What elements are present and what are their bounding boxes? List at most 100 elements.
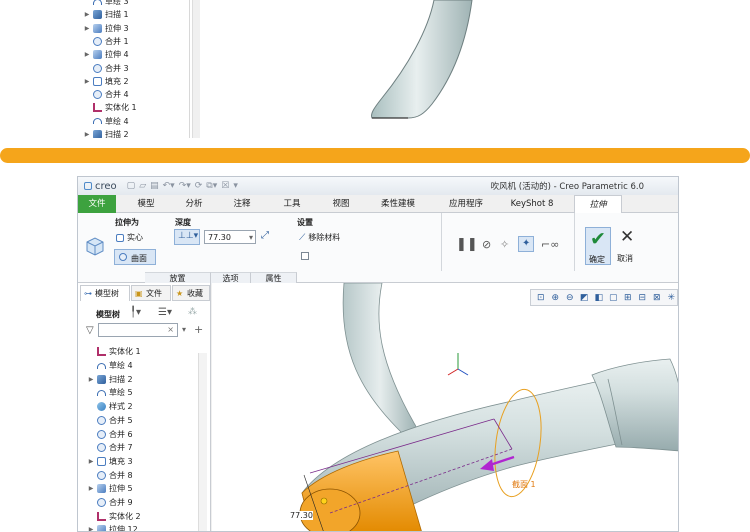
clear-search-icon[interactable]: × [167,325,174,334]
tab-view[interactable]: 视图 [321,195,361,213]
expand-icon[interactable]: ▶ [88,376,94,383]
no-preview-icon[interactable]: ⊘ [482,238,491,251]
tree-item[interactable]: 样式 2 [88,400,133,414]
top-tree-item[interactable]: ▶ 拉伸 4 [84,48,129,61]
tree-item[interactable]: 合并 6 [88,427,133,441]
cancel-button[interactable]: ✕ 取消 [615,227,639,265]
pause-icon[interactable]: ❚❚ [456,237,478,252]
surface-option[interactable]: 曲面 [114,249,156,265]
depth-value-input[interactable]: 77.30 ▾ [204,230,256,244]
folder-browser-tab[interactable]: ▣ 文件 [131,285,171,301]
tree-item[interactable]: ▶ 扫描 2 [88,372,133,386]
tab-applications[interactable]: 应用程序 [436,195,496,213]
tree-item[interactable]: ▶ 拉伸 12 [88,523,138,531]
tree-item[interactable]: 草绘 4 [88,359,133,373]
top-tree-item[interactable]: 实体化 1 [84,101,137,114]
top-tree-item[interactable]: 草绘 3 [84,0,129,8]
top-tree-item[interactable]: 合并 1 [84,35,129,48]
tab-extrude[interactable]: 拉伸 [574,195,622,213]
tree-item[interactable]: 实体化 1 [88,345,141,359]
top-tree-scrollbar[interactable] [192,0,200,138]
separate-preview-icon[interactable]: ✧ [500,238,509,251]
attached-preview-icon[interactable]: ✦ [518,236,534,252]
sweep-feature-icon [97,374,106,384]
expand-icon[interactable]: ▶ [88,485,94,492]
depth-value-dropdown-icon[interactable]: ▾ [249,233,253,242]
windows-icon[interactable]: ⧉▾ [206,181,217,191]
creo-logo-text: creo [95,180,117,192]
ok-button[interactable]: ✔ 确定 [585,227,611,265]
tree-item-label: 拉伸 5 [109,484,133,494]
top-tree-item[interactable]: 草绘 4 [84,115,129,128]
tab-file[interactable]: 文件 [78,195,116,213]
tree-filter-options-icon[interactable]: ⁂ [188,307,197,317]
new-file-icon[interactable]: ▢ [127,181,136,191]
expand-icon[interactable]: ▶ [84,51,90,58]
thicken-checkbox[interactable] [301,252,309,260]
close-window-icon[interactable]: ☒ [221,181,229,191]
remove-material-option[interactable]: ⟋ 移除材料 [299,232,340,243]
favorites-tab[interactable]: ★ 收藏 [172,285,210,301]
ribbon-tabs: 文件 模型 分析 注释 工具 视图 柔性建模 应用程序 KeyShot 8 拉伸 [78,195,678,213]
top-tree-item[interactable]: ▶ 扫描 2 [84,128,129,138]
top-tree-item[interactable]: ▶ 拉伸 3 [84,22,129,35]
model-tree-tab[interactable]: ⊶ 模型树 [80,285,130,301]
tree-item[interactable]: ▶ 拉伸 5 [88,482,133,496]
tree-item[interactable]: 实体化 2 [88,509,141,523]
flip-direction-icon[interactable]: ⤢ [261,230,269,241]
expand-icon[interactable]: ▶ [88,526,94,531]
solid-option[interactable]: 实心 [116,232,143,243]
expand-icon[interactable]: ▶ [84,11,90,18]
tab-analysis[interactable]: 分析 [174,195,214,213]
merge-feature-icon [97,498,106,508]
redo-icon[interactable]: ↷▾ [179,181,191,191]
tree-columns-icon[interactable]: ☰▾ [158,307,172,318]
merge-feature-icon [93,90,102,100]
expand-icon[interactable]: ▶ [84,25,90,32]
tab-keyshot[interactable]: KeyShot 8 [504,195,560,213]
customize-icon[interactable]: ▾ [233,181,238,191]
expand-icon[interactable]: ▶ [88,458,94,465]
tree-item[interactable]: 草绘 5 [88,386,133,400]
verify-mode-icon[interactable]: ⌐∞ [541,238,559,251]
open-file-icon[interactable]: ▱ [139,181,146,191]
merge-feature-icon [93,63,102,73]
tree-settings-icon[interactable]: ╿▾ [130,307,141,318]
top-tree-item[interactable]: ▶ 填充 2 [84,75,129,88]
depth-dimension-label[interactable]: 77.30 [290,511,313,520]
expand-icon[interactable]: ▶ [84,78,90,85]
merge-feature-icon [97,429,106,439]
ok-label: 确定 [589,255,605,264]
graphics-area[interactable]: ⊡ ⊕ ⊖ ◩ ◧ ▢ ⊞ ⊟ ⊠ ✳ 截面 1 77.30 [212,283,678,531]
regenerate-icon[interactable]: ⟳ [195,181,203,191]
top-tree-item[interactable]: 合并 4 [84,88,129,101]
top-tree-item[interactable]: 合并 3 [84,62,129,75]
tree-item[interactable]: 合并 5 [88,414,133,428]
top-tree-item[interactable]: ▶ 扫描 1 [84,8,129,21]
undo-icon[interactable]: ↶▾ [163,181,175,191]
tree-item[interactable]: 合并 7 [88,441,133,455]
tree-item[interactable]: 合并 8 [88,468,133,482]
add-filter-icon[interactable]: + [194,323,203,336]
tab-tools[interactable]: 工具 [272,195,312,213]
extrude-feature-icon [86,237,104,256]
extrude-feature-icon [97,525,106,531]
model-tree-heading: 模型树 [96,310,120,319]
depth-drag-handle[interactable] [320,497,328,505]
save-icon[interactable]: ▤ [150,181,159,191]
sweep-feature-icon [93,10,102,20]
tree-item[interactable]: 合并 9 [88,496,133,510]
settings-label: 设置 [297,218,313,227]
tab-flexible-modeling[interactable]: 柔性建模 [368,195,428,213]
search-dropdown-icon[interactable]: ▾ [182,325,186,334]
tree-item[interactable]: ▶ 填充 3 [88,455,133,469]
expand-icon[interactable]: ▶ [84,131,90,138]
tree-scrollbar[interactable] [198,353,207,531]
tab-annotate[interactable]: 注释 [222,195,262,213]
depth-type-dropdown[interactable]: ⊥⊥▾ [174,229,200,245]
tab-model[interactable]: 模型 [126,195,166,213]
top-tree-item-label: 合并 4 [105,90,129,100]
depth-value-text: 77.30 [208,233,231,242]
tree-search-input[interactable]: × [98,323,178,337]
merge-feature-icon [97,415,106,425]
